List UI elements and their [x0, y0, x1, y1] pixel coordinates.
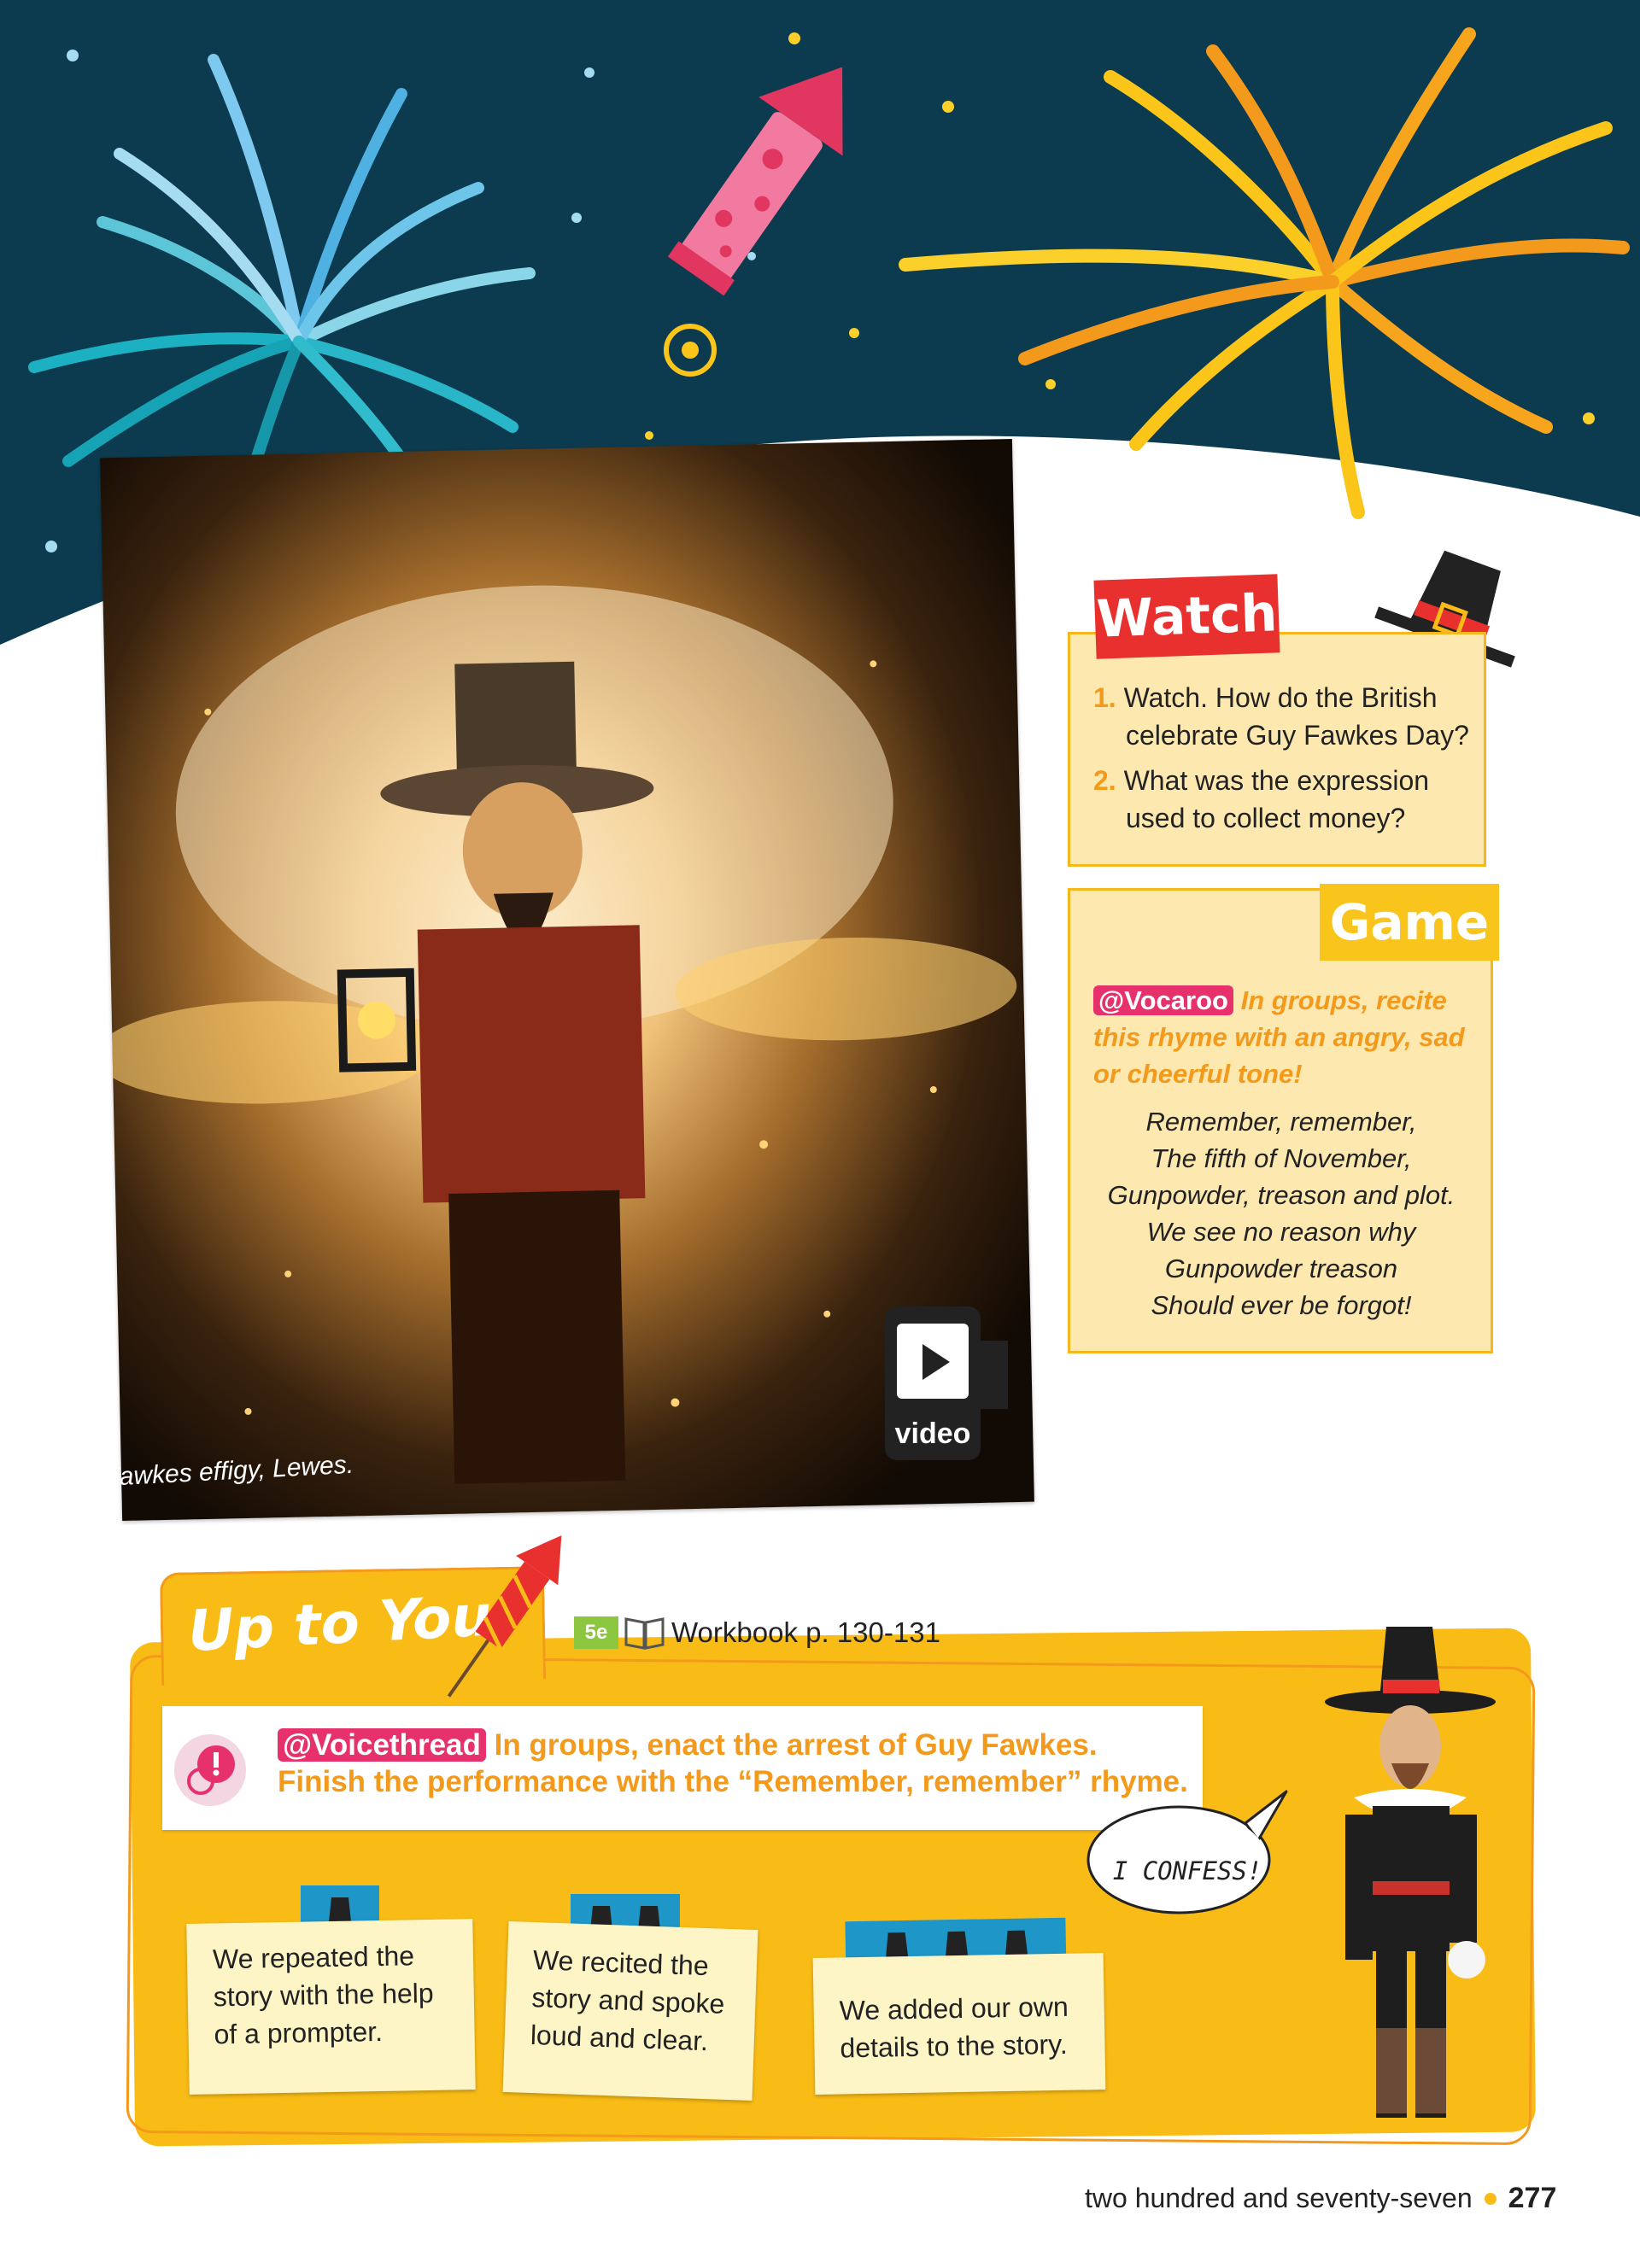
footer-dot — [1484, 2192, 1496, 2205]
guy-fawkes-character — [1325, 1627, 1496, 2118]
card-line: of a prompter. — [214, 2015, 384, 2050]
rhyme-line: We see no reason why — [1146, 1217, 1416, 1247]
speech-bubble-text: I CONFESS! — [1112, 1856, 1262, 1885]
rhyme-line: Remember, remember, — [1145, 1107, 1417, 1137]
level-badge: 5e — [574, 1616, 618, 1649]
video-button[interactable]: video — [885, 1306, 1008, 1460]
watch-heading: Watch — [1093, 574, 1280, 659]
card-line: We repeated the — [212, 1940, 415, 1975]
question-number: 1. — [1093, 682, 1116, 713]
rhyme-line: Should ever be forgot! — [1151, 1290, 1412, 1320]
question-text-line2: celebrate Guy Fawkes Day? — [1126, 720, 1469, 751]
question-text-line1: Watch. How do the British — [1123, 682, 1438, 713]
watch-question-1: 1. Watch. How do the British celebrate G… — [1093, 679, 1469, 754]
page-footer: two hundred and seventy-seven 277 — [1085, 2182, 1556, 2215]
card-line: loud and clear. — [530, 2019, 709, 2057]
page-number-words: two hundred and seventy-seven — [1085, 2183, 1473, 2213]
workbook-reference[interactable]: Workbook p. 130-131 — [671, 1616, 940, 1649]
rhyme-line: The fifth of November, — [1151, 1143, 1412, 1173]
question-text-line2: used to collect money? — [1126, 803, 1406, 833]
card-line: details to the story. — [840, 2028, 1068, 2064]
rocket-icon — [447, 1535, 562, 1698]
level-card-1: We repeated the story with the help of a… — [186, 1919, 476, 2095]
alert-bubble-icon — [174, 1734, 246, 1806]
book-icon — [624, 1617, 665, 1650]
question-number: 2. — [1093, 765, 1116, 796]
game-instruction: @Vocaroo In groups, recite this rhyme wi… — [1093, 982, 1486, 1092]
rhyme-text: Remember, remember, The fifth of Novembe… — [1078, 1103, 1485, 1324]
card-line: story with the help — [213, 1977, 434, 2013]
vocaroo-tag[interactable]: @Vocaroo — [1093, 985, 1233, 1015]
rhyme-line: Gunpowder, treason and plot. — [1107, 1180, 1456, 1210]
page-number: 277 — [1508, 2182, 1557, 2214]
card-line: We added our own — [839, 1990, 1069, 2026]
speech-bubble — [1086, 1790, 1288, 1914]
voicethread-tag[interactable]: @Voicethread — [278, 1728, 486, 1762]
level-card-2: We recited the story and spoke loud and … — [502, 1920, 758, 2101]
video-label: video — [894, 1418, 971, 1450]
level-card-3: We added our own details to the story. — [812, 1953, 1106, 2095]
task-instruction: @Voicethread In groups, enact the arrest… — [278, 1727, 1192, 1800]
watch-question-2: 2. What was the expression used to colle… — [1093, 762, 1429, 837]
game-heading: Game — [1320, 884, 1499, 961]
rhyme-line: Gunpowder treason — [1164, 1254, 1398, 1283]
question-text-line1: What was the expression — [1123, 765, 1430, 796]
